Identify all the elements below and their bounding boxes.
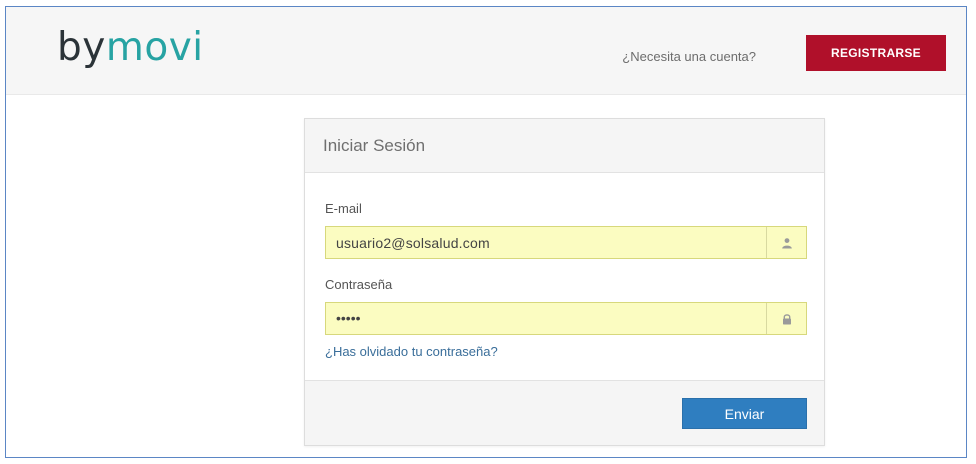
need-account-text: ¿Necesita una cuenta?: [622, 49, 756, 64]
password-value: •••••: [336, 310, 361, 326]
top-navbar: bymovi ¿Necesita una cuenta? REGISTRARSE: [6, 7, 966, 95]
logo-text-movi: movi: [105, 25, 204, 70]
email-field[interactable]: usuario2@solsalud.com: [325, 226, 807, 259]
user-icon: [766, 227, 806, 258]
email-value: usuario2@solsalud.com: [336, 235, 490, 251]
page-frame: bymovi ¿Necesita una cuenta? REGISTRARSE…: [5, 6, 967, 458]
register-button[interactable]: REGISTRARSE: [806, 35, 946, 71]
login-panel: Iniciar Sesión E-mail usuario2@solsalud.…: [304, 118, 825, 446]
lock-icon: [766, 303, 806, 334]
bymovi-logo[interactable]: bymovi: [57, 23, 204, 73]
password-field[interactable]: •••••: [325, 302, 807, 335]
login-panel-footer: Enviar: [305, 380, 824, 445]
logo-text-by: by: [57, 25, 106, 70]
forgot-password-link[interactable]: ¿Has olvidado tu contraseña?: [325, 344, 498, 359]
submit-button[interactable]: Enviar: [682, 398, 807, 429]
password-label: Contraseña: [325, 277, 393, 292]
email-label: E-mail: [325, 201, 362, 216]
login-panel-title: Iniciar Sesión: [305, 119, 824, 173]
